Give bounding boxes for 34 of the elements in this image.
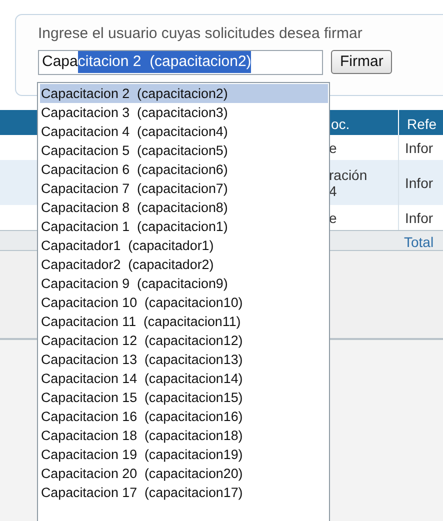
prompt-label: Ingrese el usuario cuyas solicitudes desea firmar xyxy=(38,24,364,44)
column-header: oc. xyxy=(331,116,350,132)
suggestion-item[interactable]: Capacitacion 5 (capacitacion5) xyxy=(40,141,328,160)
suggestion-item[interactable]: Capacitacion 20 (capacitacion20) xyxy=(40,464,328,483)
suggestion-item[interactable]: Capacitacion 14 (capacitacion14) xyxy=(40,369,328,388)
table-cell: e xyxy=(329,140,337,156)
table-cell: Infor xyxy=(405,140,434,156)
table-cell: Infor xyxy=(405,210,434,226)
suggestion-item[interactable]: Capacitador2 (capacitador2) xyxy=(40,255,328,274)
suggestion-item[interactable]: Capacitacion 18 (capacitacion18) xyxy=(40,426,328,445)
table-cell: e xyxy=(329,210,337,226)
column-header: Refe xyxy=(407,116,437,132)
suggestion-item[interactable]: Capacitacion 16 (capacitacion16) xyxy=(40,407,328,426)
suggestion-item[interactable]: Capacitacion 19 (capacitacion19) xyxy=(40,445,328,464)
suggestion-item[interactable]: Capacitador1 (capacitador1) xyxy=(40,236,328,255)
suggestion-item[interactable]: Capacitacion 11 (capacitacion11) xyxy=(40,312,328,331)
suggestion-item[interactable]: Capacitacion 9 (capacitacion9) xyxy=(40,274,328,293)
suggestion-item[interactable]: Capacitacion 3 (capacitacion3) xyxy=(40,103,328,122)
user-input-field[interactable]: Capacitacion 2 (capacitacion2) xyxy=(38,50,323,74)
suggestion-item[interactable]: Capacitacion 8 (capacitacion8) xyxy=(40,198,328,217)
table-cell: Infor xyxy=(405,174,434,190)
suggestion-item[interactable]: Capacitacion 15 (capacitacion15) xyxy=(40,388,328,407)
suggestion-item[interactable]: Capacitacion 17 (capacitacion17) xyxy=(40,483,328,502)
suggestion-item[interactable]: Capacitacion 4 (capacitacion4) xyxy=(40,122,328,141)
table-cell: ración 4 xyxy=(329,166,368,198)
suggestion-item[interactable]: Capacitacion 12 (capacitacion12) xyxy=(40,331,328,350)
sign-button[interactable]: Firmar xyxy=(331,50,392,74)
suggestion-item[interactable]: Capacitacion 7 (capacitacion7) xyxy=(40,179,328,198)
suggestion-item[interactable]: Capacitacion 2 (capacitacion2) xyxy=(40,84,328,103)
suggestion-item[interactable]: Capacitacion 13 (capacitacion13) xyxy=(40,350,328,369)
suggestion-item[interactable]: Capacitacion 10 (capacitacion10) xyxy=(40,293,328,312)
suggestion-item[interactable]: Capacitacion 6 (capacitacion6) xyxy=(40,160,328,179)
suggestion-item[interactable]: Capacitacion 1 (capacitacion1) xyxy=(40,217,328,236)
total-label: Total xyxy=(404,234,434,250)
